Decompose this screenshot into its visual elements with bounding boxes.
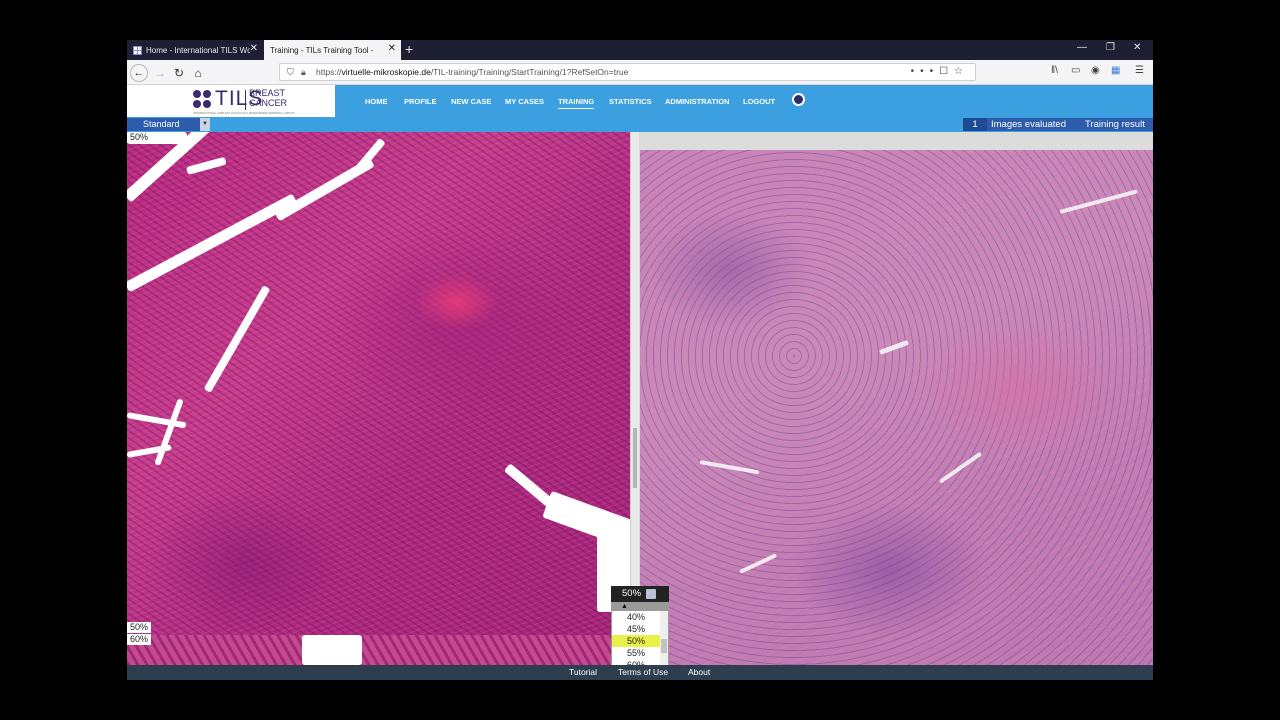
nav-my-cases[interactable]: MY CASES: [505, 97, 544, 106]
zoom-option[interactable]: 40%: [612, 611, 660, 623]
page-actions[interactable]: •••☐☆: [911, 66, 969, 77]
view-mode-value: Standard: [143, 119, 180, 129]
scrollbar-thumb[interactable]: [633, 428, 637, 488]
url-prefix: https://: [316, 67, 342, 77]
back-icon[interactable]: ←: [130, 64, 148, 82]
address-bar[interactable]: ⛉ 🔒︎ https://virtuelle-mikroskopie.de/TI…: [279, 63, 976, 81]
tab-training-title: Training - TILs Training Tool - Intern: [270, 45, 374, 55]
nav-profile[interactable]: PROFILE: [404, 97, 437, 106]
site-footer: Tutorial Terms of Use About: [127, 665, 1153, 680]
view-mode-select[interactable]: Standard ▼: [127, 118, 210, 131]
tissue-gap: [154, 398, 184, 467]
tissue-gap: [127, 193, 298, 293]
menu-icon[interactable]: ☰: [1135, 65, 1144, 76]
close-tab-icon[interactable]: ✕: [250, 43, 258, 54]
save-icon[interactable]: [646, 589, 656, 599]
account-icon[interactable]: ◉: [1091, 65, 1100, 76]
tils-logo[interactable]: TILS BREAST CANCER INTERNATIONAL IMMUNO-O…: [127, 85, 335, 117]
url-text[interactable]: https://virtuelle-mikroskopie.de/TIL-tra…: [316, 67, 628, 77]
close-window-icon[interactable]: ✕: [1133, 42, 1141, 53]
sidebar-icon[interactable]: ▭: [1071, 65, 1080, 76]
case-slide-pane[interactable]: [640, 150, 1153, 665]
site-favicon-icon: [133, 45, 142, 55]
site-header: TILS BREAST CANCER INTERNATIONAL IMMUNO-O…: [127, 85, 1153, 117]
logo-dots-icon: [193, 90, 213, 110]
zoom-option[interactable]: 55%: [612, 647, 660, 659]
slide-viewer: 50% 50% 60% 50% ▲ 40% 45% 50% 55%: [127, 132, 1153, 680]
zoom-current[interactable]: 50%: [611, 586, 669, 602]
chevron-down-icon[interactable]: ▼: [200, 118, 210, 131]
chevron-up-icon[interactable]: ▲: [621, 603, 628, 610]
nav-statistics[interactable]: STATISTICS: [609, 97, 652, 106]
restore-icon[interactable]: ❐: [1106, 42, 1115, 53]
images-evaluated-label: Images evaluated: [991, 119, 1066, 130]
reference-slide-pane[interactable]: 50% 50% 60%: [127, 132, 630, 665]
zoom-option[interactable]: 45%: [612, 623, 660, 635]
shield-icon[interactable]: ⛉: [287, 67, 294, 78]
home-icon[interactable]: ⌂: [189, 64, 207, 82]
tissue-gap: [127, 444, 172, 458]
url-domain: virtuelle-mikroskopie.de: [341, 67, 431, 77]
nav-new-case[interactable]: NEW CASE: [451, 97, 491, 106]
images-count: 1: [963, 118, 987, 131]
nav-administration[interactable]: ADMINISTRATION: [665, 97, 729, 106]
zoom-option-selected[interactable]: 50%: [612, 635, 660, 647]
url-path: /TIL-training/Training/StartTraining/1?R…: [430, 67, 629, 77]
nav-training[interactable]: TRAINING: [558, 97, 595, 109]
viewer-toolbar: Standard ▼ 1 Images evaluated Training r…: [127, 117, 1153, 132]
browser-window: Home - International TILS Wor ✕ Training…: [127, 40, 1153, 680]
reference-zoom-label-bottom: 50%: [127, 622, 152, 633]
nav-logout[interactable]: LOGOUT: [743, 97, 775, 106]
zoom-list-scrollbar[interactable]: [660, 611, 668, 671]
footer-about-link[interactable]: About: [688, 667, 710, 677]
tab-bar: Home - International TILS Wor ✕ Training…: [127, 40, 1153, 60]
logo-divider: [245, 90, 246, 110]
tissue-gap: [879, 339, 910, 355]
tissue-gap: [302, 635, 362, 665]
logo-line1: BREAST: [249, 88, 286, 98]
minimize-icon[interactable]: —: [1077, 42, 1087, 53]
reference-zoom-label: 50%: [127, 132, 152, 143]
scrollbar-thumb[interactable]: [661, 639, 667, 653]
navigation-bar: ← → ↻ ⌂ ⛉ 🔒︎ https://virtuelle-mikroskop…: [127, 60, 1153, 85]
tissue-gap: [739, 553, 778, 574]
tissue-gap: [1059, 189, 1138, 214]
tissue-gap: [185, 156, 227, 175]
tab-home-title: Home - International TILS Wor: [146, 45, 250, 55]
zoom-current-value: 50%: [622, 588, 642, 599]
footer-terms-link[interactable]: Terms of Use: [618, 667, 668, 677]
tissue-gap: [699, 460, 760, 475]
close-tab-icon[interactable]: ✕: [388, 43, 396, 54]
logo-subtitle: INTERNATIONAL IMMUNO-ONCOLOGY BIOMARKER …: [193, 111, 295, 115]
zoom-options-list[interactable]: 40% 45% 50% 55% 60%: [612, 611, 660, 671]
lock-icon[interactable]: 🔒︎: [301, 67, 306, 78]
tissue-gap: [938, 451, 983, 484]
footer-tutorial-link[interactable]: Tutorial: [569, 667, 597, 677]
nav-home[interactable]: HOME: [365, 97, 388, 106]
new-tab-icon[interactable]: +: [405, 41, 413, 57]
training-result-link[interactable]: Training result: [1085, 118, 1145, 131]
logo-line2: CANCER: [249, 98, 288, 108]
evaluation-status: 1 Images evaluated Training result: [963, 118, 1153, 131]
tab-training[interactable]: Training - TILs Training Tool - Intern ✕: [264, 40, 401, 60]
reload-icon[interactable]: ↻: [170, 64, 188, 82]
library-icon[interactable]: ‖\: [1051, 65, 1058, 76]
logo-breast-cancer-text: BREAST CANCER: [249, 88, 287, 108]
extension-icon[interactable]: ▦: [1111, 65, 1120, 76]
forward-icon[interactable]: →: [151, 64, 169, 82]
tab-home[interactable]: Home - International TILS Wor ✕: [127, 40, 263, 60]
adjacent-slide-strip: [127, 635, 630, 665]
tissue-gap: [203, 285, 271, 393]
user-icon[interactable]: [792, 93, 805, 106]
next-zoom-label: 60%: [127, 634, 152, 645]
